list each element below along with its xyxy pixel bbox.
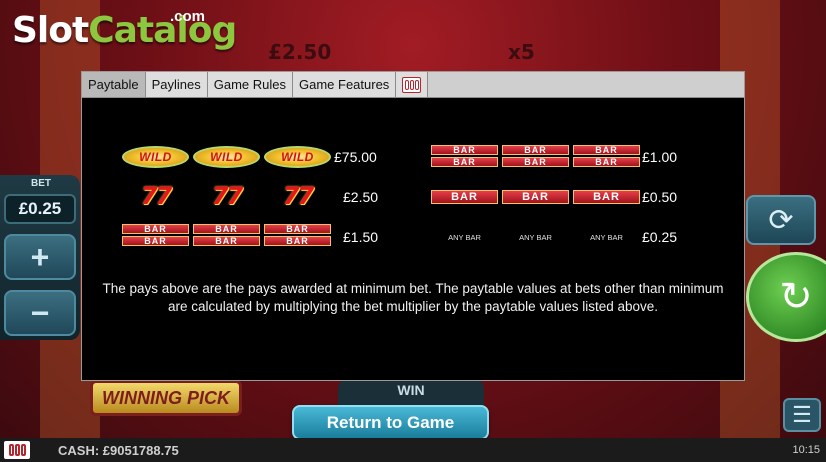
tab-paytable[interactable]: Paytable xyxy=(82,72,146,97)
bar-strip: BAR xyxy=(264,236,331,246)
clock: 10:15 xyxy=(792,444,820,456)
wild-symbol: WILD xyxy=(264,146,331,168)
seven-symbol: 77 xyxy=(282,182,314,210)
single-bar-symbol: BAR xyxy=(431,190,498,204)
any-bar-label: ANY BAR xyxy=(519,232,552,242)
bar-strip: BAR xyxy=(122,224,189,234)
bar-strip: BAR xyxy=(573,145,640,155)
status-bar: CASH: £9051788.75 10:15 xyxy=(0,438,826,462)
tab-provider-logo[interactable] xyxy=(396,72,429,97)
triple-bar-symbol: BAR BAR xyxy=(122,224,189,246)
menu-button[interactable]: ☰ xyxy=(783,398,821,432)
prize-triple-bar: £1.50 xyxy=(343,229,379,245)
seven-symbol: 77 xyxy=(211,182,243,210)
tab-paylines[interactable]: Paylines xyxy=(145,72,208,97)
double-bar-symbol: BAR BAR xyxy=(502,145,569,167)
prize-any-bar: £0.25 xyxy=(642,229,678,245)
paytable-row-seven: 77 77 77 xyxy=(122,182,331,210)
paytable-note: The pays above are the pays awarded at m… xyxy=(102,281,724,314)
tab-game-rules[interactable]: Game Rules xyxy=(207,72,293,97)
help-tabs: Paytable Paylines Game Rules Game Featur… xyxy=(82,72,744,98)
bet-label: BET xyxy=(31,178,51,189)
any-bar-label: ANY BAR xyxy=(590,232,623,242)
wild-symbol: WILD xyxy=(122,146,189,168)
bar-strip: BAR xyxy=(122,236,189,246)
winning-pick-logo: WINNING PICK xyxy=(90,380,242,416)
logo-dotcom: .com xyxy=(170,8,206,25)
bg-bet-value: £2.50 xyxy=(268,40,332,64)
paytable-row-triple-bar: BAR BAR BAR BAR BAR BAR xyxy=(122,224,331,246)
provider-logo-icon xyxy=(402,76,422,93)
double-bar-symbol: BAR BAR xyxy=(431,145,498,167)
double-bar-symbol: BAR BAR xyxy=(573,145,640,167)
prize-seven: £2.50 xyxy=(343,189,379,205)
paytable-row-wild: WILD WILD WILD xyxy=(122,146,331,168)
bar-strip: BAR xyxy=(193,224,260,234)
bar-strip: BAR xyxy=(502,145,569,155)
win-label: WIN xyxy=(397,382,425,398)
spin-arrow-icon: ↻ xyxy=(779,275,813,319)
any-bar-label: ANY BAR xyxy=(448,232,481,242)
seven-symbol: 77 xyxy=(140,182,172,210)
logo-word-slot: Slot xyxy=(12,10,89,51)
cash-balance: CASH: £9051788.75 xyxy=(58,442,179,458)
bar-strip: BAR xyxy=(264,224,331,234)
paytable-row-any-bar: ANY BAR ANY BAR ANY BAR xyxy=(431,230,640,244)
paytable-dialog: Paytable Paylines Game Rules Game Featur… xyxy=(81,71,745,381)
paytable-row-double-bar: BAR BAR BAR BAR BAR BAR xyxy=(431,145,640,167)
bet-increase-button[interactable]: + xyxy=(4,234,76,280)
paytable-row-single-bar: BAR BAR BAR xyxy=(431,190,640,204)
triple-bar-symbol: BAR BAR xyxy=(264,224,331,246)
hamburger-icon: ☰ xyxy=(792,402,812,427)
triple-bar-symbol: BAR BAR xyxy=(193,224,260,246)
return-to-game-button[interactable]: Return to Game xyxy=(292,405,489,440)
prize-single-bar: £0.50 xyxy=(642,189,678,205)
tab-game-features[interactable]: Game Features xyxy=(292,72,397,97)
bar-strip: BAR xyxy=(431,157,498,167)
single-bar-symbol: BAR xyxy=(573,190,640,204)
bet-decrease-button[interactable]: − xyxy=(4,290,76,336)
bar-strip: BAR xyxy=(431,145,498,155)
bar-strip: BAR xyxy=(193,236,260,246)
provider-logo-icon xyxy=(4,441,30,459)
bar-strip: BAR xyxy=(573,157,640,167)
bg-multiplier: x5 xyxy=(508,40,535,64)
refresh-icon: ⟳ xyxy=(768,203,794,237)
logo-word-catalog: Catalog xyxy=(88,10,237,51)
autoplay-refresh-button[interactable]: ⟳ xyxy=(746,195,816,245)
prize-double-bar: £1.00 xyxy=(642,149,678,165)
wild-symbol: WILD xyxy=(193,146,260,168)
bar-strip: BAR xyxy=(502,157,569,167)
prize-wild: £75.00 xyxy=(334,149,377,165)
single-bar-symbol: BAR xyxy=(502,190,569,204)
bet-value: £0.25 xyxy=(4,194,76,224)
